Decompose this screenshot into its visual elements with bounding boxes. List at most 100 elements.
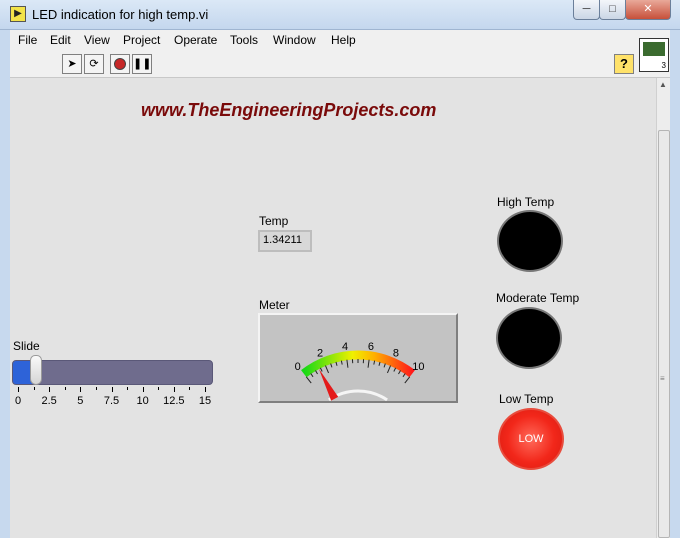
- meter-needle: [318, 368, 339, 401]
- pause-button[interactable]: ❚❚: [132, 54, 152, 74]
- pause-icon: ❚❚: [133, 58, 152, 70]
- window-right-frame: [670, 30, 680, 538]
- meter-dial: 0 2 4 6 8 10: [295, 341, 424, 402]
- menu-bar: File Edit View Project Operate Tools Win…: [10, 30, 670, 50]
- slide-tick-mark: [33, 387, 35, 390]
- menu-window[interactable]: Window: [273, 33, 316, 47]
- meter-minor-tick: [393, 367, 397, 372]
- window-left-frame: [0, 30, 10, 538]
- vi-connector-icon[interactable]: 3: [639, 38, 669, 72]
- meter-tick-label: 8: [393, 348, 399, 360]
- slide-tick-mark: [142, 387, 144, 392]
- scrollbar-thumb[interactable]: [658, 130, 670, 538]
- slide-tick-mark: [173, 387, 175, 392]
- menu-operate[interactable]: Operate: [174, 33, 217, 47]
- vi-waveform-icon: [643, 42, 665, 56]
- slide-tick-label: 5: [77, 395, 84, 407]
- maximize-icon: □: [609, 3, 616, 15]
- meter-tick-label: 6: [368, 341, 374, 353]
- slide-tick-label: 15: [198, 395, 212, 407]
- meter-minor-tick: [315, 370, 318, 375]
- moderate-temp-led[interactable]: [496, 307, 562, 369]
- meter-major-tick: [346, 359, 349, 368]
- meter-minor-tick: [378, 361, 381, 366]
- temp-label: Temp: [259, 214, 289, 228]
- menu-view[interactable]: View: [84, 33, 110, 47]
- slide-tick-label: 7.5: [103, 395, 120, 407]
- meter-major-tick: [324, 365, 330, 374]
- context-help-button[interactable]: ?: [614, 54, 634, 74]
- vertical-scrollbar[interactable]: ▲ ≡: [656, 78, 670, 538]
- temp-indicator: 1.34211: [258, 230, 312, 252]
- slide-tick-mark: [64, 387, 66, 390]
- low-temp-label: Low Temp: [499, 392, 554, 406]
- meter-minor-tick: [340, 360, 343, 365]
- labview-window: ▶ LED indication for high temp.vi ─ □ ✕ …: [0, 0, 680, 538]
- slide-tick-mark: [80, 387, 82, 392]
- slide-tick-label: 10: [136, 395, 149, 407]
- title-bar[interactable]: ▶ LED indication for high temp.vi ─ □ ✕: [0, 0, 680, 30]
- meter-major-tick: [367, 359, 370, 368]
- vi-icon-number: 3: [661, 61, 666, 70]
- menu-edit[interactable]: Edit: [50, 33, 71, 47]
- meter-minor-tick: [402, 373, 406, 378]
- maximize-button[interactable]: □: [599, 0, 626, 20]
- menu-project[interactable]: Project: [123, 33, 160, 47]
- meter-minor-tick: [310, 373, 314, 378]
- meter-hub-arc: [328, 389, 388, 402]
- toolbar: ➤ ⟳ ❚❚ ? 3: [10, 38, 670, 78]
- slide-tick-label: 12.5: [163, 395, 185, 407]
- slide-tick-mark: [49, 387, 51, 392]
- slide-tick-mark: [127, 387, 129, 390]
- slide-tick-label: 2.5: [41, 395, 57, 407]
- minimize-button[interactable]: ─: [573, 0, 600, 20]
- slide-tick-mark: [158, 387, 160, 390]
- high-temp-led[interactable]: [497, 210, 563, 272]
- labview-vi-icon: ▶: [10, 6, 26, 22]
- run-button[interactable]: ➤: [62, 54, 82, 74]
- slide-tick-mark: [95, 387, 97, 390]
- window-title: LED indication for high temp.vi: [32, 7, 209, 22]
- meter-major-tick: [404, 376, 411, 384]
- abort-icon: [114, 58, 126, 70]
- low-temp-led[interactable]: LOW: [498, 408, 564, 470]
- meter-tick-label: 10: [412, 361, 424, 373]
- moderate-temp-label: Moderate Temp: [496, 291, 580, 305]
- watermark-text: www.TheEngineeringProjects.com: [141, 100, 437, 120]
- scroll-up-icon[interactable]: ▲: [659, 80, 667, 89]
- run-continuously-button[interactable]: ⟳: [84, 54, 104, 74]
- slide-tick-mark: [189, 387, 191, 390]
- abort-button[interactable]: [110, 54, 130, 74]
- high-temp-label: High Temp: [497, 195, 555, 209]
- minimize-icon: ─: [582, 3, 591, 15]
- meter-major-tick: [386, 365, 392, 374]
- meter-tick-label: 0: [295, 361, 301, 373]
- menu-help[interactable]: Help: [331, 33, 356, 47]
- meter-gauge: 0 2 4 6 8 10: [258, 313, 458, 403]
- slide-control[interactable]: [12, 355, 213, 385]
- meter-tick-label: 2: [317, 348, 323, 360]
- slide-tick-mark: [205, 387, 206, 392]
- slide-label: Slide: [13, 339, 40, 353]
- meter-minor-tick: [398, 370, 401, 375]
- run-continuously-icon: ⟳: [89, 58, 99, 70]
- meter-minor-tick: [319, 367, 323, 372]
- meter-minor-tick: [335, 361, 338, 366]
- meter-minor-tick: [383, 363, 386, 368]
- run-arrow-icon: ➤: [67, 58, 77, 70]
- meter-label: Meter: [259, 298, 290, 312]
- front-panel: [10, 78, 656, 538]
- slide-tick-mark: [111, 387, 113, 392]
- menu-file[interactable]: File: [18, 33, 37, 47]
- meter-tick-label: 4: [342, 341, 348, 353]
- meter-major-tick: [305, 376, 312, 384]
- close-icon: ✕: [643, 3, 653, 15]
- scrollbar-grip-icon: ≡: [660, 374, 665, 383]
- close-button[interactable]: ✕: [625, 0, 671, 20]
- slide-tick-label: 0: [14, 395, 22, 407]
- slide-scale: 0 2.5 5 7.5 10 12.5 15: [12, 387, 213, 407]
- meter-minor-tick: [373, 360, 376, 365]
- slide-tick-mark: [18, 387, 19, 392]
- menu-tools[interactable]: Tools: [230, 33, 258, 47]
- slide-thumb[interactable]: [29, 355, 42, 385]
